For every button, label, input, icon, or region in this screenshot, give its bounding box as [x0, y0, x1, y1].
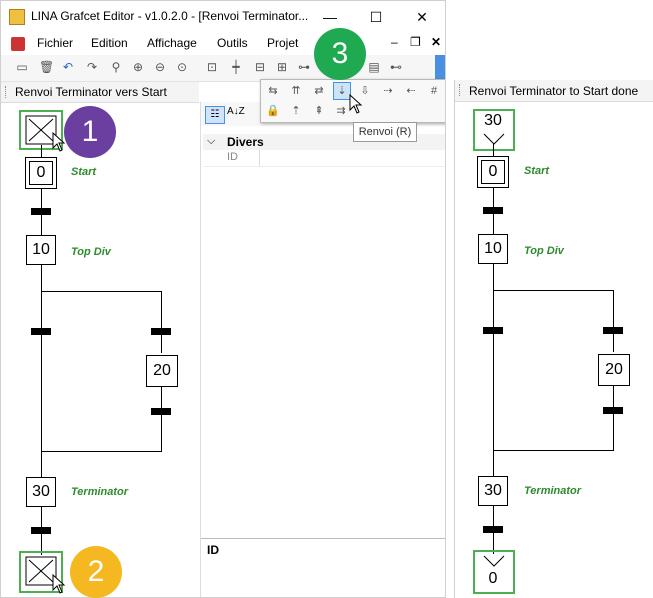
right-step-10-label: Top Div — [524, 245, 564, 257]
renvoi-bottom-number[interactable]: 0 — [477, 570, 509, 588]
transition-20-30[interactable] — [151, 408, 171, 415]
palette-icon-8[interactable]: # — [426, 83, 442, 99]
mouse-cursor-icon — [52, 132, 66, 152]
menu-bar: Fichier Edition Affichage Outils Projet … — [1, 33, 445, 55]
right-transition-20-30[interactable] — [603, 407, 623, 414]
left-canvas[interactable]: 0 Start 10 Top Div 20 30 Terminator — [1, 103, 199, 597]
undo-icon[interactable]: ↶ — [61, 60, 75, 74]
terminator-icon[interactable]: ⊷ — [389, 60, 403, 74]
renvoi-arrow-top — [483, 133, 505, 145]
macro-step-icon[interactable]: ⊟ — [253, 60, 267, 74]
palette-icon-10[interactable]: ⇡ — [288, 103, 304, 119]
mdi-minimize-button[interactable]: – — [391, 35, 398, 49]
lock-icon[interactable]: 🔒 — [265, 103, 281, 119]
right-transition-left-branch[interactable] — [483, 327, 503, 334]
mdi-restore-button[interactable]: ❐ — [410, 35, 421, 49]
badge-2: 2 — [70, 546, 122, 598]
properties-panel: ☷ A↓Z ⌵ Divers ID ID — [200, 102, 445, 597]
menu-projet[interactable]: Projet — [267, 36, 298, 50]
transition-0-10[interactable] — [31, 208, 51, 215]
delete-icon[interactable]: 🗑 — [39, 60, 54, 74]
right-transition-0-10[interactable] — [483, 207, 503, 214]
alphabetical-sort-icon[interactable]: A↓Z — [227, 106, 245, 117]
palette-icon-6[interactable]: ⇢ — [380, 83, 396, 99]
palette-icon-7[interactable]: ⇠ — [403, 83, 419, 99]
zoom-fit-icon[interactable]: ⊙ — [175, 60, 189, 74]
app-window: LINA Grafcet Editor - v1.0.2.0 - [Renvoi… — [0, 0, 446, 598]
menu-outils[interactable]: Outils — [217, 36, 248, 50]
right-step-30[interactable]: 30 — [478, 476, 508, 506]
right-step-0-initial[interactable]: 0 — [477, 156, 509, 188]
transition-10-20[interactable] — [151, 328, 171, 335]
redo-icon[interactable]: ↷ — [85, 60, 99, 74]
right-tab-title[interactable]: Renvoi Terminator to Start done — [469, 84, 638, 98]
chevron-down-icon[interactable]: ⌵ — [207, 135, 215, 148]
link-icon[interactable]: ⊶ — [297, 60, 311, 74]
zoom-in-icon[interactable]: ⊕ — [131, 60, 145, 74]
action-icon[interactable]: ⊞ — [275, 60, 289, 74]
right-transition-30-end[interactable] — [483, 526, 503, 533]
toolbar: ▭ 🗑 ↶ ↷ ⚲ ⊕ ⊖ ⊙ ⊡ ┿ ⊟ ⊞ ⊶ ▤ ⊷ — [1, 55, 445, 82]
property-id-label: ID — [227, 151, 238, 163]
window-title: LINA Grafcet Editor - v1.0.2.0 - [Renvoi… — [31, 9, 309, 23]
right-canvas[interactable]: 30 0 Start 10 Top Div 20 30 Terminator 0 — [454, 102, 653, 598]
step-20[interactable]: 20 — [146, 355, 178, 387]
menu-edition[interactable]: Edition — [91, 36, 128, 50]
step-30[interactable]: 30 — [26, 477, 56, 507]
right-step-10[interactable]: 10 — [478, 234, 508, 264]
left-tab-title[interactable]: Renvoi Terminator vers Start — [15, 85, 167, 99]
step-30-label: Terminator — [71, 486, 129, 498]
mouse-cursor-icon — [52, 574, 66, 594]
menu-fichier[interactable]: Fichier — [37, 36, 73, 50]
close-button[interactable]: ✕ — [399, 1, 445, 33]
property-row-id[interactable]: ID — [203, 150, 445, 167]
transition-left-branch[interactable] — [31, 328, 51, 335]
categorized-view-icon[interactable]: ☷ — [205, 106, 225, 124]
right-tab-strip: Renvoi Terminator to Start done — [454, 80, 653, 102]
renvoi-arrow-bottom — [483, 555, 505, 567]
right-step-30-label: Terminator — [524, 485, 582, 497]
document-icon[interactable] — [11, 37, 25, 51]
right-step-0-label: Start — [524, 165, 550, 177]
right-step-20[interactable]: 20 — [598, 354, 630, 386]
palette-icon-1[interactable]: ⇆ — [265, 83, 281, 99]
step-icon[interactable]: ⊡ — [205, 60, 219, 74]
step-10-label: Top Div — [71, 246, 111, 258]
mouse-cursor-icon — [349, 94, 363, 114]
left-tab-strip: Renvoi Terminator vers Start — [1, 82, 199, 103]
right-step-0-number: 0 — [481, 160, 505, 184]
zoom-out-icon[interactable]: ⊖ — [153, 60, 167, 74]
maximize-button[interactable]: ☐ — [353, 1, 399, 33]
renvoi-top-number[interactable]: 30 — [477, 112, 509, 130]
mdi-close-button[interactable]: ✕ — [431, 35, 441, 49]
transition-icon[interactable]: ┿ — [229, 60, 243, 74]
description-title: ID — [207, 543, 219, 557]
toolbar-overflow-button[interactable] — [435, 55, 445, 79]
category-divers: Divers — [227, 135, 264, 149]
menu-affichage[interactable]: Affichage — [147, 36, 197, 50]
comment-icon[interactable]: ▤ — [367, 60, 381, 74]
app-icon — [9, 9, 25, 25]
palette-icon-3[interactable]: ⇄ — [311, 83, 327, 99]
badge-1: 1 — [64, 106, 116, 158]
palette-icon-2[interactable]: ⇈ — [288, 83, 304, 99]
zoom-icon[interactable]: ⚲ — [109, 60, 123, 74]
step-0-initial[interactable]: 0 — [25, 157, 57, 189]
badge-3: 3 — [314, 28, 366, 80]
palette-icon-12[interactable]: ⇉ — [333, 103, 349, 119]
step-10[interactable]: 10 — [26, 235, 56, 265]
new-icon[interactable]: ▭ — [15, 60, 29, 74]
title-bar[interactable]: LINA Grafcet Editor - v1.0.2.0 - [Renvoi… — [1, 1, 445, 33]
step-0-label: Start — [71, 166, 97, 178]
right-transition-10-20[interactable] — [603, 327, 623, 334]
renvoi-tooltip: Renvoi (R) — [353, 122, 417, 142]
palette-icon-11[interactable]: ⇞ — [311, 103, 327, 119]
step-0-number: 0 — [29, 161, 53, 185]
transition-30-end[interactable] — [31, 527, 51, 534]
